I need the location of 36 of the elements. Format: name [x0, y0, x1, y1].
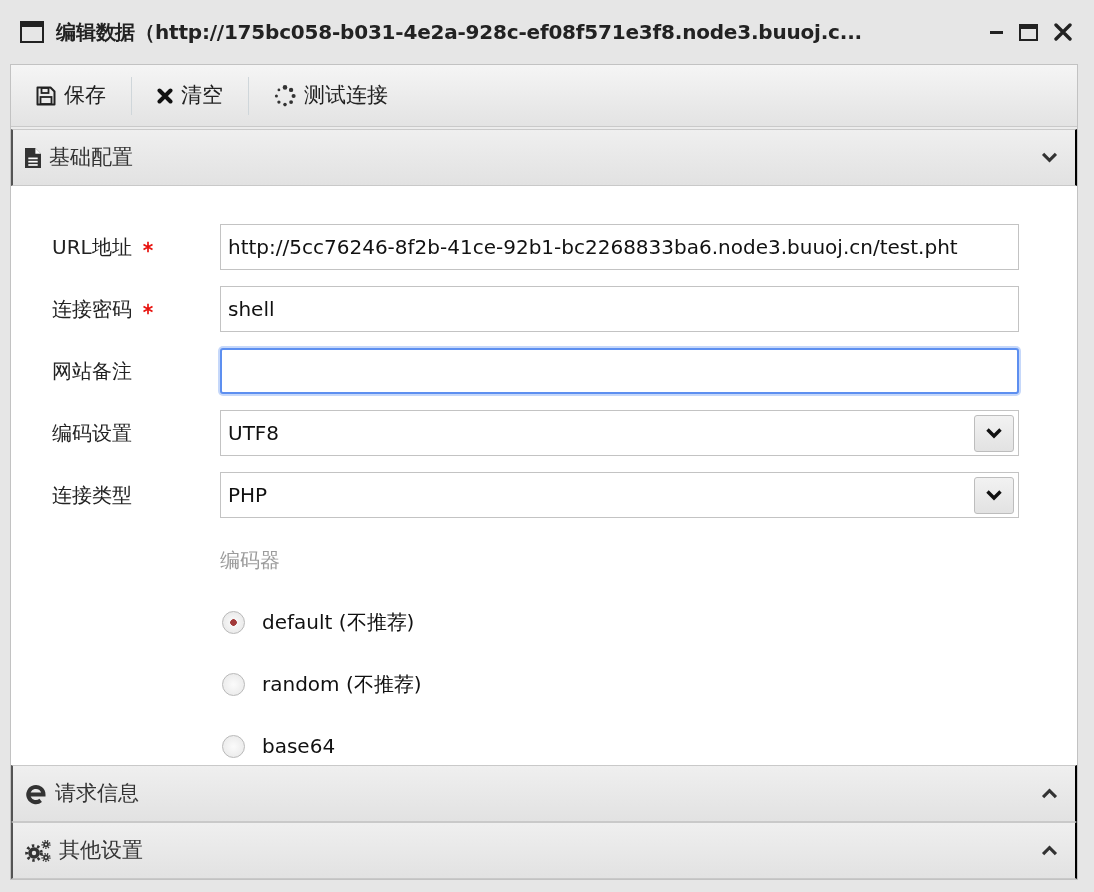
input-field[interactable]: http://5cc76246-8f2b-41ce-92b1-bc2268833ba6.node3.buuoj.cn/test.pht: [220, 224, 1019, 270]
field-label: 编码设置: [52, 420, 132, 447]
minimize-icon[interactable]: [990, 30, 1003, 34]
close-icon[interactable]: [1054, 23, 1072, 41]
group-label: 编码器: [220, 547, 280, 574]
radio-option[interactable]: default (不推荐): [220, 602, 415, 642]
section-header[interactable]: 其他设置: [11, 822, 1077, 879]
chevron-up-icon[interactable]: [1041, 788, 1058, 799]
section-header[interactable]: 请求信息: [11, 765, 1077, 822]
radio-icon[interactable]: [222, 734, 245, 758]
section-header[interactable]: 基础配置: [11, 129, 1077, 186]
gears-icon: [25, 838, 51, 863]
document-icon: [25, 147, 41, 168]
radio-option[interactable]: base64: [220, 726, 336, 765]
input-field[interactable]: shell: [220, 286, 1019, 332]
field-label: URL地址: [52, 234, 132, 261]
window-icon: [20, 21, 44, 43]
select-field[interactable]: UTF8: [220, 410, 1019, 456]
save-button[interactable]: 保存: [11, 76, 131, 115]
test-connection-button[interactable]: 测试连接: [249, 76, 413, 115]
radio-icon[interactable]: [222, 672, 245, 696]
clear-button[interactable]: 清空: [132, 76, 248, 115]
maximize-icon[interactable]: [1019, 23, 1038, 41]
chevron-up-icon[interactable]: [1041, 845, 1058, 856]
cross-icon: [157, 87, 173, 104]
window-title: 编辑数据（http://175bc058-b031-4e2a-928c-ef08f571e3f8.node3.buuoj.c...: [56, 19, 863, 46]
input-field[interactable]: [220, 348, 1019, 394]
radio-icon[interactable]: [222, 610, 245, 634]
chevron-down-icon[interactable]: [1041, 152, 1058, 163]
field-label: 网站备注: [52, 358, 132, 385]
field-label: 连接类型: [52, 482, 132, 509]
radio-option[interactable]: random (不推荐): [220, 664, 422, 704]
e-letter-icon: [25, 782, 47, 805]
spinner-icon: [274, 84, 296, 107]
field-label: 连接密码: [52, 296, 132, 323]
select-field[interactable]: PHP: [220, 472, 1019, 518]
